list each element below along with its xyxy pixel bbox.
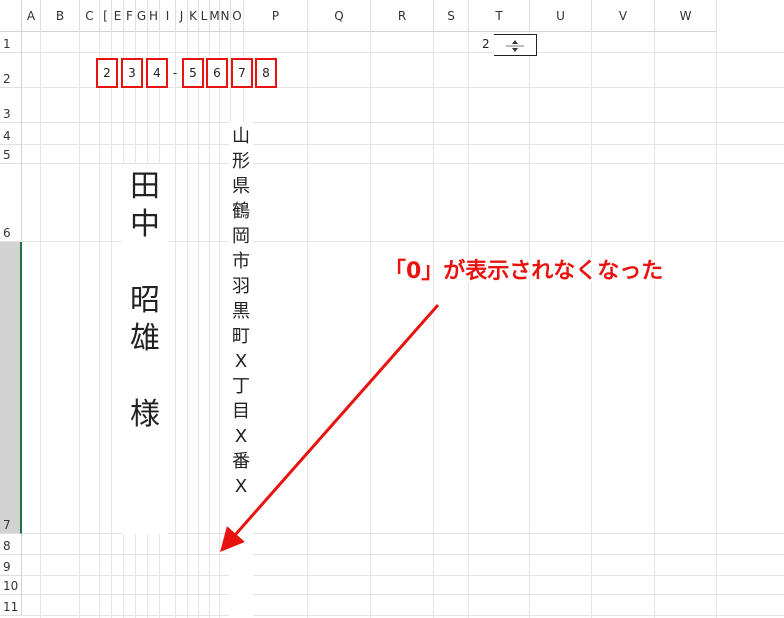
callout-arrow	[220, 304, 440, 552]
spreadsheet-grid[interactable]: A B C[E F G H I J K L M N O P Q R S T U V W 1 2 3 4 5 6 7 8 9 10 11 2 …	[0, 0, 784, 618]
annotation-callout: 「0」が表示されなくなった	[384, 259, 664, 284]
